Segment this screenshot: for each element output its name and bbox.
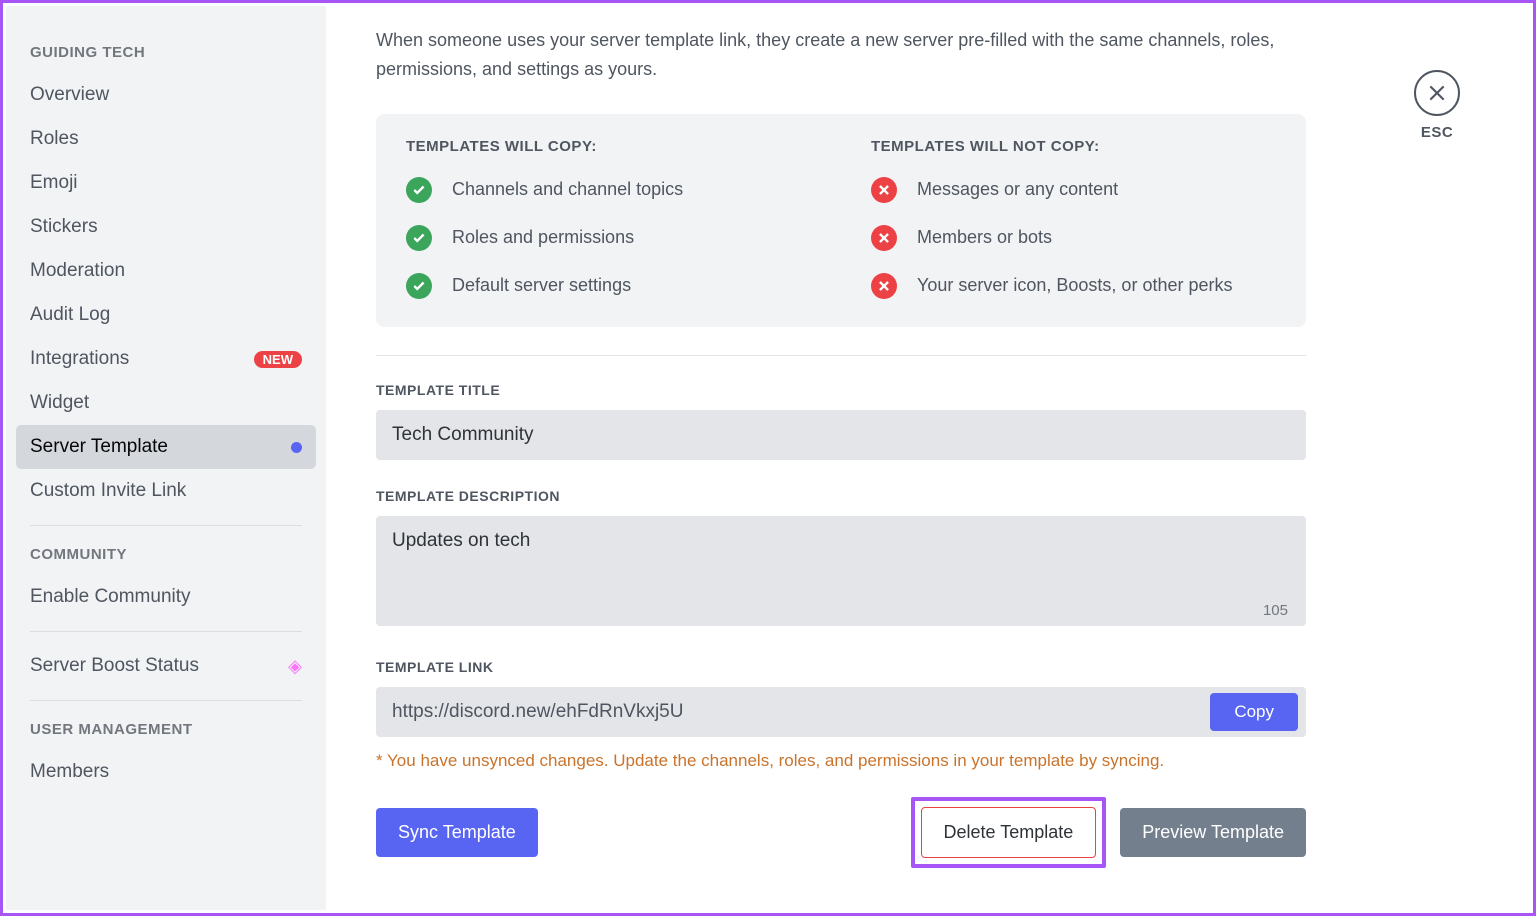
sidebar-item-overview[interactable]: Overview	[16, 73, 316, 117]
copy-item-text: Your server icon, Boosts, or other perks	[917, 275, 1232, 296]
sidebar-divider	[30, 525, 302, 526]
preview-template-button[interactable]: Preview Template	[1120, 808, 1306, 857]
sidebar-item-label: Overview	[30, 84, 109, 106]
wont-copy-item: Members or bots	[871, 225, 1276, 251]
sidebar-item-enable-community[interactable]: Enable Community	[16, 575, 316, 619]
copy-item-text: Roles and permissions	[452, 227, 634, 248]
cross-icon	[871, 273, 897, 299]
sidebar-divider	[30, 700, 302, 701]
template-description-label: TEMPLATE DESCRIPTION	[376, 488, 1470, 504]
sidebar-item-members[interactable]: Members	[16, 750, 316, 794]
new-badge: NEW	[254, 351, 302, 368]
wont-copy-title: TEMPLATES WILL NOT COPY:	[871, 138, 1276, 155]
will-copy-title: TEMPLATES WILL COPY:	[406, 138, 811, 155]
check-icon	[406, 225, 432, 251]
close-icon	[1427, 83, 1447, 103]
sidebar-item-label: Roles	[30, 128, 79, 150]
sidebar-item-stickers[interactable]: Stickers	[16, 205, 316, 249]
sidebar-item-label: Emoji	[30, 172, 78, 194]
sidebar-item-label: Enable Community	[30, 586, 191, 608]
unsynced-dot-icon	[291, 442, 302, 453]
sidebar-section-header: USER MANAGEMENT	[16, 713, 316, 750]
cross-icon	[871, 177, 897, 203]
action-button-row: Sync Template Delete Template Preview Te…	[376, 797, 1306, 868]
section-divider	[376, 355, 1306, 356]
template-title-label: TEMPLATE TITLE	[376, 382, 1470, 398]
copy-link-button[interactable]: Copy	[1210, 693, 1298, 731]
template-link-row: Copy	[376, 687, 1306, 737]
wont-copy-item: Your server icon, Boosts, or other perks	[871, 273, 1276, 299]
will-copy-item: Channels and channel topics	[406, 177, 811, 203]
delete-button-highlight: Delete Template	[911, 797, 1107, 868]
sidebar-item-label: Server Boost Status	[30, 655, 199, 677]
template-description-textarea[interactable]	[376, 516, 1306, 626]
wont-copy-column: TEMPLATES WILL NOT COPY: Messages or any…	[871, 138, 1276, 303]
close-button[interactable]	[1414, 70, 1460, 116]
sidebar-item-audit-log[interactable]: Audit Log	[16, 293, 316, 337]
template-link-input[interactable]	[376, 687, 1210, 737]
sidebar-item-label: Members	[30, 761, 109, 783]
wont-copy-item: Messages or any content	[871, 177, 1276, 203]
main-content: When someone uses your server template l…	[326, 6, 1530, 910]
settings-sidebar: GUIDING TECH Overview Roles Emoji Sticke…	[6, 6, 326, 910]
sidebar-item-label: Moderation	[30, 260, 125, 282]
sidebar-item-label: Integrations	[30, 348, 129, 370]
sidebar-section-header: GUIDING TECH	[16, 36, 316, 73]
template-copy-info-card: TEMPLATES WILL COPY: Channels and channe…	[376, 114, 1306, 327]
will-copy-item: Default server settings	[406, 273, 811, 299]
char-count: 105	[1263, 602, 1288, 619]
sidebar-item-emoji[interactable]: Emoji	[16, 161, 316, 205]
sidebar-divider	[30, 631, 302, 632]
sidebar-item-server-template[interactable]: Server Template	[16, 425, 316, 469]
check-icon	[406, 177, 432, 203]
sidebar-item-label: Widget	[30, 392, 89, 414]
template-intro-text: When someone uses your server template l…	[376, 26, 1296, 84]
sidebar-item-widget[interactable]: Widget	[16, 381, 316, 425]
will-copy-item: Roles and permissions	[406, 225, 811, 251]
copy-item-text: Members or bots	[917, 227, 1052, 248]
copy-item-text: Default server settings	[452, 275, 631, 296]
close-label: ESC	[1414, 124, 1460, 141]
sidebar-item-custom-invite-link[interactable]: Custom Invite Link	[16, 469, 316, 513]
copy-item-text: Channels and channel topics	[452, 179, 683, 200]
sidebar-item-label: Server Template	[30, 436, 168, 458]
check-icon	[406, 273, 432, 299]
sidebar-item-moderation[interactable]: Moderation	[16, 249, 316, 293]
template-link-label: TEMPLATE LINK	[376, 659, 1470, 675]
boost-icon: ◈	[288, 656, 302, 677]
sidebar-item-integrations[interactable]: Integrations NEW	[16, 337, 316, 381]
sidebar-item-label: Stickers	[30, 216, 98, 238]
sidebar-item-label: Audit Log	[30, 304, 110, 326]
sidebar-item-roles[interactable]: Roles	[16, 117, 316, 161]
copy-item-text: Messages or any content	[917, 179, 1118, 200]
sidebar-item-label: Custom Invite Link	[30, 480, 186, 502]
delete-template-button[interactable]: Delete Template	[921, 807, 1097, 858]
unsynced-warning-text: * You have unsynced changes. Update the …	[376, 751, 1470, 771]
cross-icon	[871, 225, 897, 251]
template-title-input[interactable]	[376, 410, 1306, 460]
will-copy-column: TEMPLATES WILL COPY: Channels and channe…	[406, 138, 811, 303]
sidebar-item-server-boost-status[interactable]: Server Boost Status ◈	[16, 644, 316, 688]
close-group: ESC	[1414, 70, 1460, 141]
sidebar-section-header: COMMUNITY	[16, 538, 316, 575]
sync-template-button[interactable]: Sync Template	[376, 808, 538, 857]
